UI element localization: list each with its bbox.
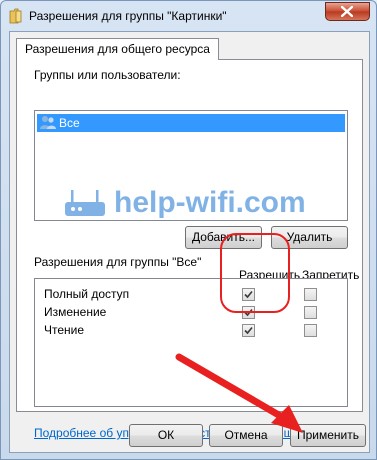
dialog-body: Разрешения для общего ресурса Группы или… bbox=[9, 31, 370, 453]
apply-button[interactable]: Применить bbox=[290, 424, 366, 447]
allow-checkbox-full-access[interactable] bbox=[242, 288, 255, 301]
permission-name: Полный доступ bbox=[44, 287, 130, 301]
add-button[interactable]: Добавить... bbox=[185, 226, 262, 249]
list-item-label: Все bbox=[59, 116, 80, 130]
permissions-table: Полный доступ Изменение Чтение bbox=[34, 278, 348, 407]
permissions-label: Разрешения для группы "Все" bbox=[34, 255, 202, 269]
checkmark-icon bbox=[244, 326, 253, 335]
remove-button[interactable]: Удалить bbox=[271, 226, 348, 249]
deny-checkbox-change[interactable] bbox=[304, 306, 317, 319]
allow-checkbox-read[interactable] bbox=[242, 324, 255, 337]
folder-icon bbox=[9, 8, 22, 24]
deny-checkbox-read[interactable] bbox=[304, 324, 317, 337]
list-item[interactable]: Все bbox=[37, 114, 345, 132]
window-title: Разрешения для группы "Картинки" bbox=[29, 9, 227, 23]
close-icon bbox=[341, 6, 353, 17]
tab-panel: Группы или пользователи: Все Добавить...… bbox=[16, 59, 363, 440]
permissions-dialog: Разрешения для группы "Картинки" Разреше… bbox=[0, 0, 377, 460]
watermark: help-wifi.com bbox=[63, 186, 313, 222]
watermark-text: help-wifi.com bbox=[114, 186, 306, 219]
permission-name: Изменение bbox=[44, 305, 107, 319]
deny-checkbox-full-access[interactable] bbox=[304, 288, 317, 301]
checkmark-icon bbox=[244, 308, 253, 317]
router-icon bbox=[65, 190, 105, 216]
title-bar[interactable]: Разрешения для группы "Картинки" bbox=[1, 1, 376, 31]
users-icon bbox=[40, 116, 56, 129]
tab-share-permissions[interactable]: Разрешения для общего ресурса bbox=[16, 38, 219, 60]
ok-button[interactable]: ОК bbox=[129, 424, 203, 447]
groups-label: Группы или пользователи: bbox=[34, 68, 181, 82]
cancel-button[interactable]: Отмена bbox=[209, 424, 283, 447]
close-button[interactable] bbox=[325, 2, 370, 21]
permission-name: Чтение bbox=[44, 323, 85, 337]
allow-checkbox-change[interactable] bbox=[242, 306, 255, 319]
checkmark-icon bbox=[244, 290, 253, 299]
